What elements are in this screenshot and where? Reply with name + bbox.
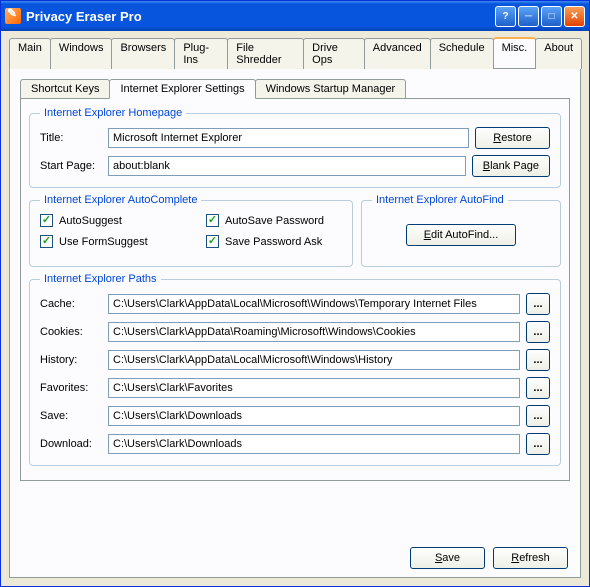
cache-browse-button[interactable]: ... bbox=[526, 293, 550, 315]
autosuggest-label: AutoSuggest bbox=[59, 215, 122, 227]
autosuggest-checkbox[interactable] bbox=[40, 214, 53, 227]
help-button[interactable]: ? bbox=[495, 6, 516, 27]
tab-schedule[interactable]: Schedule bbox=[430, 38, 494, 69]
cookies-input[interactable] bbox=[108, 322, 520, 342]
cache-input[interactable] bbox=[108, 294, 520, 314]
maximize-button[interactable]: □ bbox=[541, 6, 562, 27]
restore-button[interactable]: Restore bbox=[475, 127, 550, 149]
paths-group: Internet Explorer Paths Cache: ... Cooki… bbox=[29, 273, 561, 466]
main-tabstrip: Main Windows Browsers Plug-Ins File Shre… bbox=[9, 37, 581, 69]
save-password-ask-checkbox[interactable] bbox=[206, 235, 219, 248]
misc-panel: Shortcut Keys Internet Explorer Settings… bbox=[9, 69, 581, 578]
favorites-browse-button[interactable]: ... bbox=[526, 377, 550, 399]
save-input[interactable] bbox=[108, 406, 520, 426]
refresh-button[interactable]: Refresh bbox=[493, 547, 568, 569]
tab-drive-ops[interactable]: Drive Ops bbox=[303, 38, 365, 69]
cookies-label: Cookies: bbox=[40, 326, 102, 338]
autosave-password-checkbox[interactable] bbox=[206, 214, 219, 227]
save-button[interactable]: Save bbox=[410, 547, 485, 569]
formsuggest-checkbox[interactable] bbox=[40, 235, 53, 248]
minimize-button[interactable]: ─ bbox=[518, 6, 539, 27]
history-label: History: bbox=[40, 354, 102, 366]
close-button[interactable]: ✕ bbox=[564, 6, 585, 27]
save-label: Save: bbox=[40, 410, 102, 422]
startpage-input[interactable] bbox=[108, 156, 466, 176]
titlebar: Privacy Eraser Pro ? ─ □ ✕ bbox=[1, 1, 589, 31]
sub-tabstrip: Shortcut Keys Internet Explorer Settings… bbox=[20, 79, 570, 98]
title-label: Title: bbox=[40, 132, 102, 144]
subtab-ie-settings[interactable]: Internet Explorer Settings bbox=[109, 79, 255, 99]
download-label: Download: bbox=[40, 438, 102, 450]
history-browse-button[interactable]: ... bbox=[526, 349, 550, 371]
autosave-password-label: AutoSave Password bbox=[225, 215, 324, 227]
tab-misc[interactable]: Misc. bbox=[493, 37, 537, 68]
content-area: Main Windows Browsers Plug-Ins File Shre… bbox=[1, 31, 589, 586]
tab-windows[interactable]: Windows bbox=[50, 38, 113, 69]
cookies-browse-button[interactable]: ... bbox=[526, 321, 550, 343]
formsuggest-label: Use FormSuggest bbox=[59, 236, 148, 248]
homepage-legend: Internet Explorer Homepage bbox=[40, 107, 186, 119]
tab-about[interactable]: About bbox=[535, 38, 582, 69]
tab-plugins[interactable]: Plug-Ins bbox=[174, 38, 228, 69]
history-input[interactable] bbox=[108, 350, 520, 370]
favorites-input[interactable] bbox=[108, 378, 520, 398]
autocomplete-legend: Internet Explorer AutoComplete bbox=[40, 194, 201, 206]
tab-browsers[interactable]: Browsers bbox=[111, 38, 175, 69]
blank-page-button[interactable]: Blank Page bbox=[472, 155, 550, 177]
autofind-legend: Internet Explorer AutoFind bbox=[372, 194, 508, 206]
paths-legend: Internet Explorer Paths bbox=[40, 273, 161, 285]
app-window: Privacy Eraser Pro ? ─ □ ✕ Main Windows … bbox=[0, 0, 590, 587]
autofind-group: Internet Explorer AutoFind Edit AutoFind… bbox=[361, 194, 561, 267]
ie-settings-panel: Internet Explorer Homepage Title: Restor… bbox=[20, 98, 570, 481]
favorites-label: Favorites: bbox=[40, 382, 102, 394]
tab-file-shredder[interactable]: File Shredder bbox=[227, 38, 304, 69]
edit-autofind-button[interactable]: Edit AutoFind... bbox=[406, 224, 516, 246]
download-browse-button[interactable]: ... bbox=[526, 433, 550, 455]
save-browse-button[interactable]: ... bbox=[526, 405, 550, 427]
cache-label: Cache: bbox=[40, 298, 102, 310]
startpage-label: Start Page: bbox=[40, 160, 102, 172]
subtab-shortcut-keys[interactable]: Shortcut Keys bbox=[20, 79, 110, 98]
tab-main[interactable]: Main bbox=[9, 38, 51, 69]
download-input[interactable] bbox=[108, 434, 520, 454]
app-icon bbox=[5, 8, 21, 24]
save-password-ask-label: Save Password Ask bbox=[225, 236, 322, 248]
title-input[interactable] bbox=[108, 128, 469, 148]
window-title: Privacy Eraser Pro bbox=[26, 9, 495, 24]
autocomplete-group: Internet Explorer AutoComplete AutoSugge… bbox=[29, 194, 353, 267]
homepage-group: Internet Explorer Homepage Title: Restor… bbox=[29, 107, 561, 188]
window-controls: ? ─ □ ✕ bbox=[495, 6, 585, 27]
tab-advanced[interactable]: Advanced bbox=[364, 38, 431, 69]
bottom-bar: Save Refresh bbox=[20, 539, 570, 569]
subtab-startup-manager[interactable]: Windows Startup Manager bbox=[255, 79, 407, 98]
